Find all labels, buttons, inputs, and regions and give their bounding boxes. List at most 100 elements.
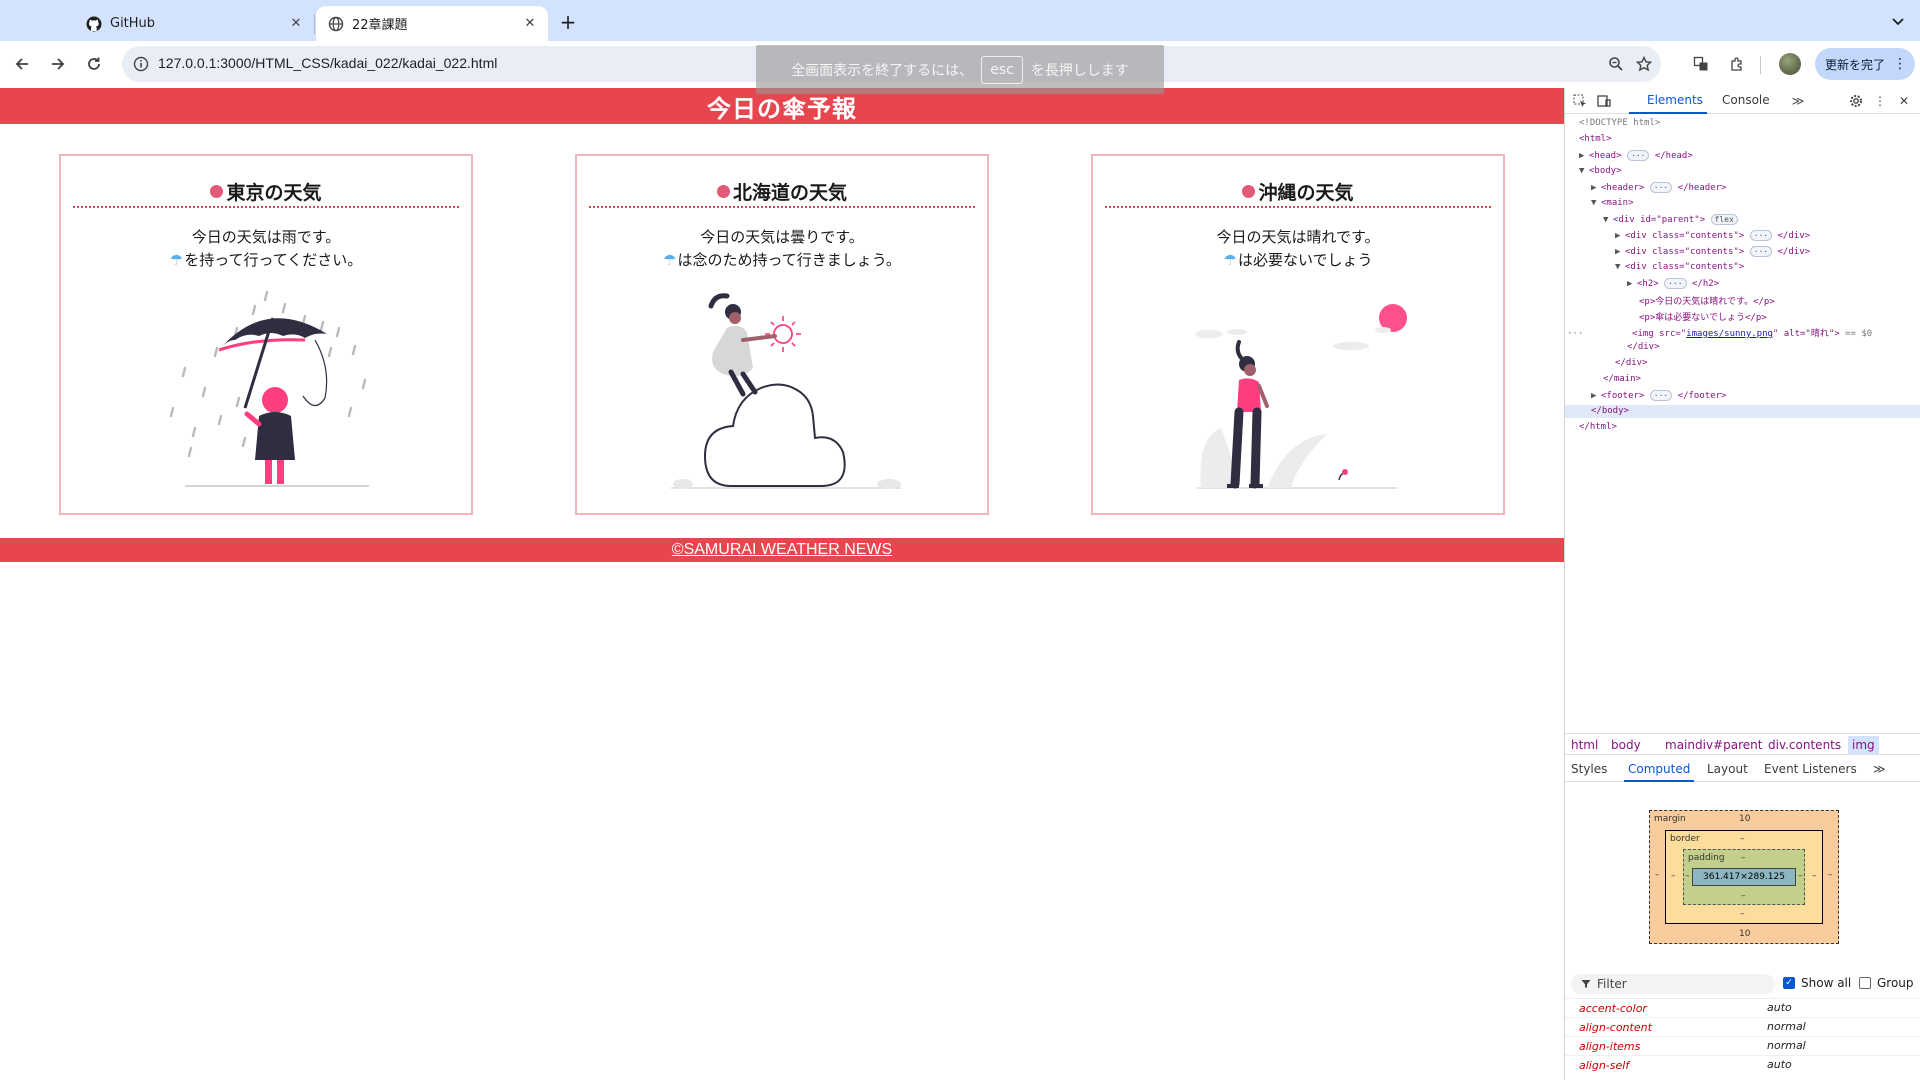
property-value: auto [1767, 1058, 1792, 1071]
footer-link[interactable]: ©SAMURAI WEATHER NEWS [672, 541, 892, 559]
tab-console[interactable]: Console [1722, 93, 1770, 107]
reload-icon [88, 57, 100, 70]
property-name: align-content [1579, 1021, 1652, 1034]
more-vert-icon[interactable]: ⋮ [1871, 92, 1889, 110]
margin-bottom-value[interactable]: 10 [1739, 929, 1750, 939]
dom-node[interactable]: <p>今日の天気は晴れです。</p> [1639, 294, 1775, 307]
dom-node[interactable]: ▶ <div class="contents"> ··· </div> [1615, 230, 1810, 241]
computed-property-row[interactable]: accent-color auto [1565, 998, 1920, 1017]
breadcrumb-item[interactable]: main [1665, 738, 1695, 752]
more-tabs-icon[interactable]: ≫ [1873, 762, 1886, 776]
more-tabs-icon[interactable]: ≫ [1789, 92, 1807, 110]
inspect-element-icon[interactable] [1571, 92, 1589, 110]
margin-left-value[interactable]: – [1655, 870, 1660, 880]
selected-dom-node[interactable]: ··· <img src="images/sunny.png" alt="晴れ"… [1567, 326, 1872, 339]
margin-label: margin [1654, 814, 1686, 824]
dom-node[interactable]: ▼ <div id="parent"> flex [1603, 214, 1738, 225]
dom-node[interactable]: <p>傘は必要ないでしょう</p> [1639, 310, 1767, 323]
breadcrumb-item[interactable]: div#parent [1695, 738, 1762, 752]
breadcrumb-item[interactable]: body [1611, 738, 1641, 752]
computed-property-row[interactable]: align-self auto [1565, 1055, 1920, 1074]
reload-button[interactable] [80, 50, 108, 78]
group-checkbox[interactable] [1859, 977, 1871, 989]
tab-elements[interactable]: Elements [1647, 93, 1703, 107]
border-label: border [1670, 834, 1700, 844]
border-right-value[interactable]: – [1812, 871, 1817, 881]
padding-top-value[interactable]: – [1741, 853, 1746, 863]
back-button[interactable] [8, 50, 36, 78]
breadcrumb-item[interactable]: div.contents [1768, 738, 1841, 752]
device-toolbar-icon[interactable] [1595, 92, 1613, 110]
devtools-toolbar: Elements Console ≫ ⋮ ✕ [1565, 88, 1920, 114]
dom-node[interactable]: </div> [1627, 342, 1660, 352]
close-icon[interactable]: ✕ [286, 14, 306, 34]
dom-node[interactable]: </main> [1603, 374, 1641, 384]
translate-icon[interactable] [1690, 53, 1712, 75]
collapse-triangle-icon: ▼ [1603, 215, 1609, 225]
dom-node[interactable]: ▶ <header> ··· </header> [1591, 182, 1726, 193]
dom-node[interactable]: ▼ <body> [1579, 166, 1622, 176]
gear-icon[interactable] [1847, 92, 1865, 110]
tab-styles[interactable]: Styles [1571, 762, 1607, 776]
close-icon[interactable]: ✕ [520, 14, 540, 34]
update-button[interactable]: 更新を完了 ⋮ [1815, 48, 1915, 80]
site-footer: ©SAMURAI WEATHER NEWS [0, 538, 1564, 562]
property-value: normal [1767, 1039, 1806, 1052]
close-icon[interactable]: ✕ [1895, 92, 1913, 110]
border-bottom-value[interactable]: – [1740, 909, 1745, 919]
border-top-value[interactable]: – [1740, 834, 1745, 844]
card-text: ☂は必要ないでしょう [1223, 251, 1373, 269]
page-viewport: 今日の傘予報 東京の天気 今日の天気は雨です。 ☂を持って行ってください。 北海… [0, 88, 1564, 1080]
bullet-dot-icon [210, 184, 224, 198]
umbrella-icon: ☂ [169, 251, 184, 269]
avatar[interactable] [1779, 53, 1801, 75]
site-info-icon[interactable] [132, 55, 150, 73]
new-tab-button[interactable]: + [556, 10, 580, 34]
dom-node[interactable]: </html> [1579, 422, 1617, 432]
browser-tabstrip: GitHub ✕ 22章課題 ✕ + [0, 0, 1920, 41]
breadcrumb-item-current[interactable]: img [1848, 736, 1879, 754]
margin-right-value[interactable]: – [1828, 870, 1833, 880]
filter-input[interactable]: Filter [1571, 974, 1775, 994]
show-all-checkbox[interactable]: ✓ [1783, 977, 1795, 989]
breadcrumb-item[interactable]: html [1571, 738, 1598, 752]
forward-button[interactable] [44, 50, 72, 78]
dom-node[interactable]: ▶ <footer> ··· </footer> [1591, 390, 1726, 401]
card-text: ☂を持って行ってください。 [169, 251, 363, 269]
dom-node[interactable]: </div> [1615, 358, 1648, 368]
dom-node[interactable]: <html> [1579, 134, 1612, 144]
dom-node[interactable]: <!DOCTYPE html> [1579, 118, 1660, 128]
bookmark-star-icon[interactable] [1634, 54, 1654, 74]
extensions-icon[interactable] [1726, 53, 1748, 75]
padding-left-value[interactable]: – [1685, 871, 1690, 881]
dom-node[interactable]: ▼ <main> [1591, 198, 1634, 208]
border-left-value[interactable]: – [1671, 871, 1676, 881]
zoom-icon[interactable] [1606, 54, 1626, 74]
card-title: 北海道の天気 [589, 180, 975, 208]
dom-node[interactable]: ▼ <div class="contents"> [1615, 262, 1744, 272]
tab-search-button[interactable] [1886, 10, 1910, 34]
box-model-content[interactable]: 361.417×289.125 [1692, 868, 1796, 886]
dom-node[interactable]: ▶ <head> ··· </head> [1579, 150, 1693, 161]
padding-right-value[interactable]: – [1798, 871, 1803, 881]
tab-layout[interactable]: Layout [1707, 762, 1748, 776]
url-text[interactable]: 127.0.0.1:3000/HTML_CSS/kadai_022/kadai_… [158, 55, 497, 71]
active-subtab-indicator [1624, 780, 1694, 782]
padding-bottom-value[interactable]: – [1741, 891, 1746, 901]
dom-node[interactable]: </body> [1591, 406, 1629, 416]
tab-divider [314, 14, 315, 34]
tab-github[interactable]: GitHub ✕ [74, 6, 314, 41]
dom-node[interactable]: ▶ <h2> ··· </h2> [1627, 278, 1719, 289]
computed-property-row[interactable]: align-items normal [1565, 1036, 1920, 1055]
collapse-triangle-icon: ▼ [1579, 166, 1585, 176]
flex-badge: flex [1710, 214, 1738, 225]
tab-event-listeners[interactable]: Event Listeners [1764, 762, 1857, 776]
fullscreen-exit-toast: 全画面表示を終了するには、 esc を長押しします [756, 45, 1164, 94]
tab-computed[interactable]: Computed [1628, 762, 1690, 776]
computed-property-row[interactable]: align-content normal [1565, 1017, 1920, 1036]
toolbar-divider [1760, 56, 1761, 74]
more-vert-icon: ⋮ [1893, 56, 1908, 72]
dom-node[interactable]: ▶ <div class="contents"> ··· </div> [1615, 246, 1810, 257]
tab-active-page[interactable]: 22章課題 ✕ [316, 6, 548, 41]
margin-top-value[interactable]: 10 [1739, 814, 1750, 824]
